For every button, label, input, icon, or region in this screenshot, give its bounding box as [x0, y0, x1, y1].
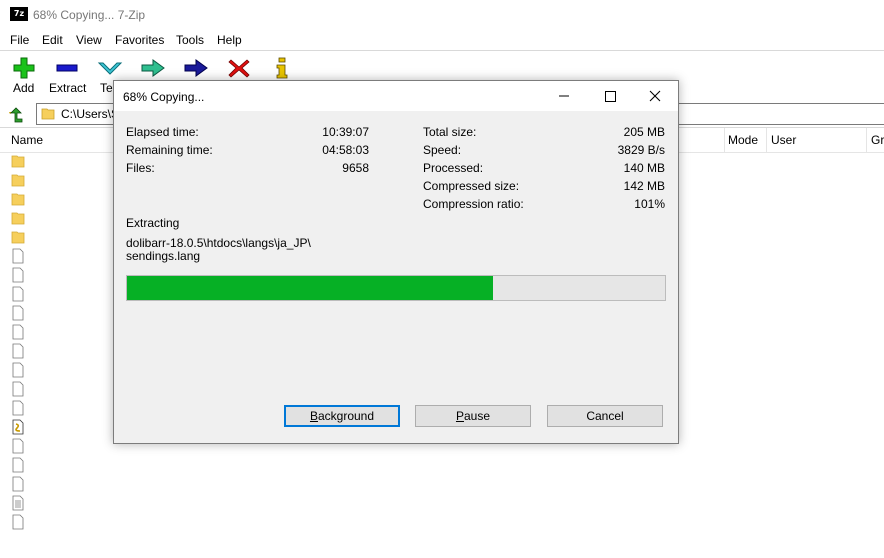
- test-button-label[interactable]: Te: [100, 81, 113, 95]
- remaining-time-label: Remaining time:: [126, 143, 213, 157]
- folder-icon: [41, 108, 55, 120]
- column-separator[interactable]: [866, 128, 867, 152]
- column-user[interactable]: User: [771, 133, 796, 147]
- processed-value: 140 MB: [623, 161, 665, 175]
- maximize-icon[interactable]: [587, 81, 633, 111]
- info-icon[interactable]: [269, 57, 295, 79]
- add-button-label[interactable]: Add: [13, 81, 34, 95]
- file-icon[interactable]: [11, 457, 25, 473]
- compression-ratio-label: Compression ratio:: [423, 197, 524, 211]
- column-mode[interactable]: Mode: [728, 133, 758, 147]
- speed-value: 3829 B/s: [617, 143, 665, 157]
- file-icon[interactable]: [11, 267, 25, 283]
- background-button[interactable]: Background: [284, 405, 400, 427]
- address-path: C:\Users\S: [61, 107, 120, 121]
- file-icon[interactable]: [11, 362, 25, 378]
- folder-icon[interactable]: [11, 191, 25, 207]
- menu-bar: File Edit View Favorites Tools Help: [0, 30, 884, 50]
- pause-button[interactable]: Pause: [415, 405, 531, 427]
- extract-icon[interactable]: [54, 57, 80, 79]
- compressed-size-value: 142 MB: [623, 179, 665, 193]
- progress-bar: [126, 275, 666, 301]
- dialog-titlebar[interactable]: 68% Copying...: [114, 81, 678, 111]
- folder-icon[interactable]: [11, 229, 25, 245]
- current-path-line1: dolibarr-18.0.5\htdocs\langs\ja_JP\: [126, 236, 311, 250]
- file-icon[interactable]: [11, 400, 25, 416]
- cancel-button[interactable]: Cancel: [547, 405, 663, 427]
- copy-icon[interactable]: [140, 57, 166, 79]
- up-folder-icon[interactable]: [6, 104, 26, 124]
- files-label: Files:: [126, 161, 155, 175]
- file-list: [8, 152, 28, 542]
- background-accel: B: [309, 409, 318, 423]
- folder-icon[interactable]: [11, 210, 25, 226]
- menu-help[interactable]: Help: [217, 33, 242, 47]
- menu-view[interactable]: View: [76, 33, 102, 47]
- extract-button-label[interactable]: Extract: [49, 81, 86, 95]
- test-icon[interactable]: [97, 57, 123, 79]
- file-icon[interactable]: [11, 343, 25, 359]
- text-file-icon[interactable]: [11, 495, 25, 511]
- main-titlebar: 7z 68% Copying... 7-Zip: [0, 0, 884, 30]
- column-name[interactable]: Name: [11, 133, 43, 147]
- app-icon: 7z: [10, 7, 28, 21]
- move-icon[interactable]: [183, 57, 209, 79]
- remaining-time-value: 04:58:03: [322, 143, 369, 157]
- script-file-icon[interactable]: [11, 419, 25, 435]
- progress-bar-fill: [127, 276, 493, 300]
- file-icon[interactable]: [11, 381, 25, 397]
- delete-icon[interactable]: [226, 57, 252, 79]
- files-value: 9658: [342, 161, 369, 175]
- close-icon[interactable]: [632, 81, 678, 111]
- elapsed-time-value: 10:39:07: [322, 125, 369, 139]
- column-group[interactable]: Gr: [871, 133, 884, 147]
- file-icon[interactable]: [11, 438, 25, 454]
- menu-favorites[interactable]: Favorites: [115, 33, 164, 47]
- current-path-line2: sendings.lang: [126, 249, 201, 263]
- menu-file[interactable]: File: [10, 33, 29, 47]
- minimize-icon[interactable]: [541, 81, 587, 111]
- add-icon[interactable]: [11, 57, 37, 79]
- elapsed-time-label: Elapsed time:: [126, 125, 199, 139]
- window-title: 68% Copying... 7-Zip: [33, 8, 146, 22]
- folder-icon[interactable]: [11, 172, 25, 188]
- file-icon[interactable]: [11, 286, 25, 302]
- total-size-label: Total size:: [423, 125, 477, 139]
- menu-tools[interactable]: Tools: [176, 33, 204, 47]
- operation-label: Extracting: [126, 216, 180, 230]
- dialog-title: 68% Copying...: [123, 90, 205, 104]
- background-label: ackground: [317, 409, 375, 423]
- compression-ratio-value: 101%: [634, 197, 665, 211]
- column-separator[interactable]: [724, 128, 725, 152]
- pause-label: ause: [463, 409, 491, 423]
- file-icon[interactable]: [11, 305, 25, 321]
- progress-dialog: 68% Copying... Elapsed time: 10:39:07 Re…: [113, 80, 679, 444]
- file-icon[interactable]: [11, 476, 25, 492]
- compressed-size-label: Compressed size:: [423, 179, 520, 193]
- pause-accel: P: [455, 409, 464, 423]
- file-icon[interactable]: [11, 324, 25, 340]
- processed-label: Processed:: [423, 161, 484, 175]
- file-icon[interactable]: [11, 248, 25, 264]
- speed-label: Speed:: [423, 143, 462, 157]
- column-separator[interactable]: [766, 128, 767, 152]
- folder-icon[interactable]: [11, 153, 25, 169]
- file-icon[interactable]: [11, 514, 25, 530]
- total-size-value: 205 MB: [623, 125, 665, 139]
- menu-edit[interactable]: Edit: [42, 33, 63, 47]
